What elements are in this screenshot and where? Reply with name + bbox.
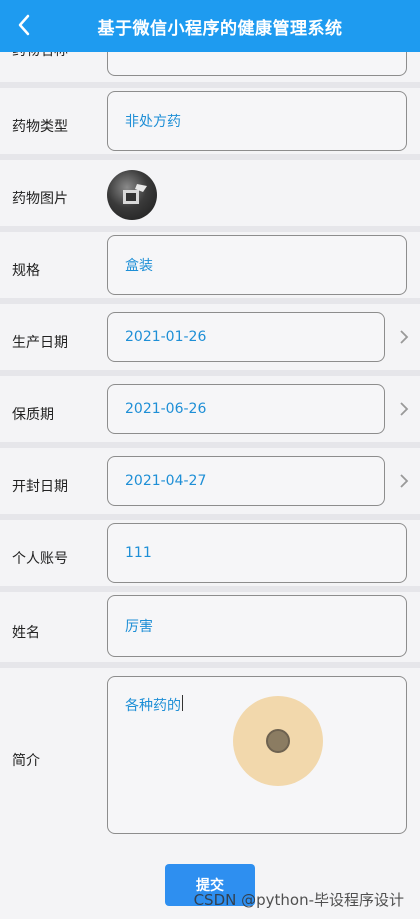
chevron-right-icon[interactable]: [398, 472, 410, 490]
touch-indicator: [233, 696, 323, 786]
chevron-left-icon: [18, 14, 30, 36]
form-row-shelf-life: 保质期 2021-06-26: [0, 370, 420, 442]
form-row-spec: 规格 盒装: [0, 226, 420, 298]
chevron-right-icon[interactable]: [398, 328, 410, 346]
spec-input[interactable]: 盒装: [107, 235, 407, 295]
navigation-bar: 基于微信小程序的健康管理系统: [0, 0, 420, 52]
back-button[interactable]: [10, 8, 38, 42]
watermark-text: CSDN @python-毕设程序设计: [193, 891, 404, 909]
name-label: 姓名: [12, 625, 40, 641]
form-row-intro: 简介 各种药的: [0, 662, 420, 842]
form-row-drug-image: 药物图片: [0, 154, 420, 226]
intro-label: 简介: [12, 753, 40, 769]
shelf-life-label: 保质期: [12, 407, 54, 423]
account-label: 个人账号: [12, 551, 68, 567]
form-row-open-date: 开封日期 2021-04-27: [0, 442, 420, 514]
page-title: 基于微信小程序的健康管理系统: [97, 18, 343, 39]
form-row-name: 姓名 厉害: [0, 586, 420, 660]
drug-image-thumbnail[interactable]: [107, 170, 157, 220]
form-row-account: 个人账号 111: [0, 514, 420, 586]
drug-image-label: 药物图片: [12, 191, 68, 207]
touch-point: [266, 729, 290, 753]
production-date-label: 生产日期: [12, 335, 68, 351]
drug-type-input[interactable]: 非处方药: [107, 91, 407, 151]
chevron-right-icon[interactable]: [398, 400, 410, 418]
form-row-drug-type: 药物类型 非处方药: [0, 82, 420, 154]
account-input[interactable]: 111: [107, 523, 407, 583]
open-date-label: 开封日期: [12, 479, 68, 495]
name-input[interactable]: 厉害: [107, 595, 407, 657]
text-cursor: [182, 695, 183, 711]
spec-label: 规格: [12, 263, 40, 279]
open-date-picker[interactable]: 2021-04-27: [107, 456, 385, 506]
production-date-picker[interactable]: 2021-01-26: [107, 312, 385, 362]
shelf-life-picker[interactable]: 2021-06-26: [107, 384, 385, 434]
medicine-box-icon: [123, 184, 147, 204]
form-row-production-date: 生产日期 2021-01-26: [0, 298, 420, 370]
drug-type-label: 药物类型: [12, 119, 68, 135]
